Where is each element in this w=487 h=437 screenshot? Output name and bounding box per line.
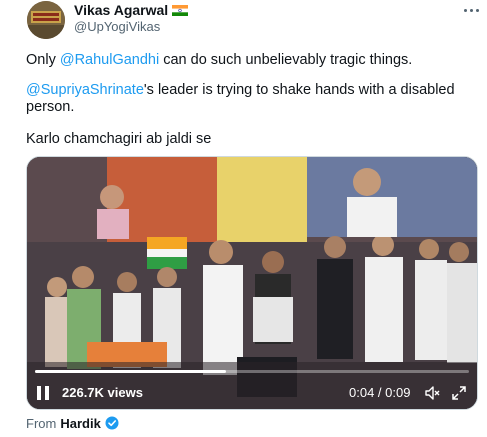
pause-icon[interactable] [37, 386, 49, 400]
video-attribution: From Hardik [26, 415, 119, 431]
attribution-name[interactable]: Hardik [60, 416, 100, 431]
from-label: From [26, 415, 57, 431]
author-name[interactable]: Vikas Agarwal [74, 2, 168, 18]
video-progress-fill [35, 370, 226, 373]
video-timestamp: 0:04 / 0:09 [349, 385, 411, 400]
video-player[interactable]: 226.7K views 0:04 / 0:09 [26, 156, 478, 410]
verified-badge-icon [105, 416, 119, 430]
more-icon[interactable] [461, 3, 481, 17]
mention-link-rahulgandhi[interactable]: @RahulGandhi [60, 52, 159, 68]
author-handle[interactable]: @UpYogiVikas [74, 19, 160, 34]
india-flag-icon [172, 4, 189, 16]
tweet-text-line3: Karlo chamchagiri ab jaldi se [26, 131, 212, 147]
tweet-text-line2: @SupriyaShrinate's leader is trying to s… [26, 82, 466, 116]
author-avatar[interactable] [27, 1, 65, 39]
view-count: 226.7K views [62, 385, 143, 400]
mention-link-supriyashrinate[interactable]: @SupriyaShrinate [26, 82, 144, 98]
mute-icon[interactable] [424, 385, 440, 401]
tweet-text-line1: Only @RahulGandhi can do such unbelievab… [26, 52, 466, 69]
fullscreen-icon[interactable] [451, 385, 467, 401]
text-segment: Only [26, 52, 60, 68]
text-segment: can do such unbelievably tragic things. [159, 52, 413, 68]
video-progress-bar[interactable] [35, 370, 469, 373]
author-name-row: Vikas Agarwal [74, 1, 189, 19]
